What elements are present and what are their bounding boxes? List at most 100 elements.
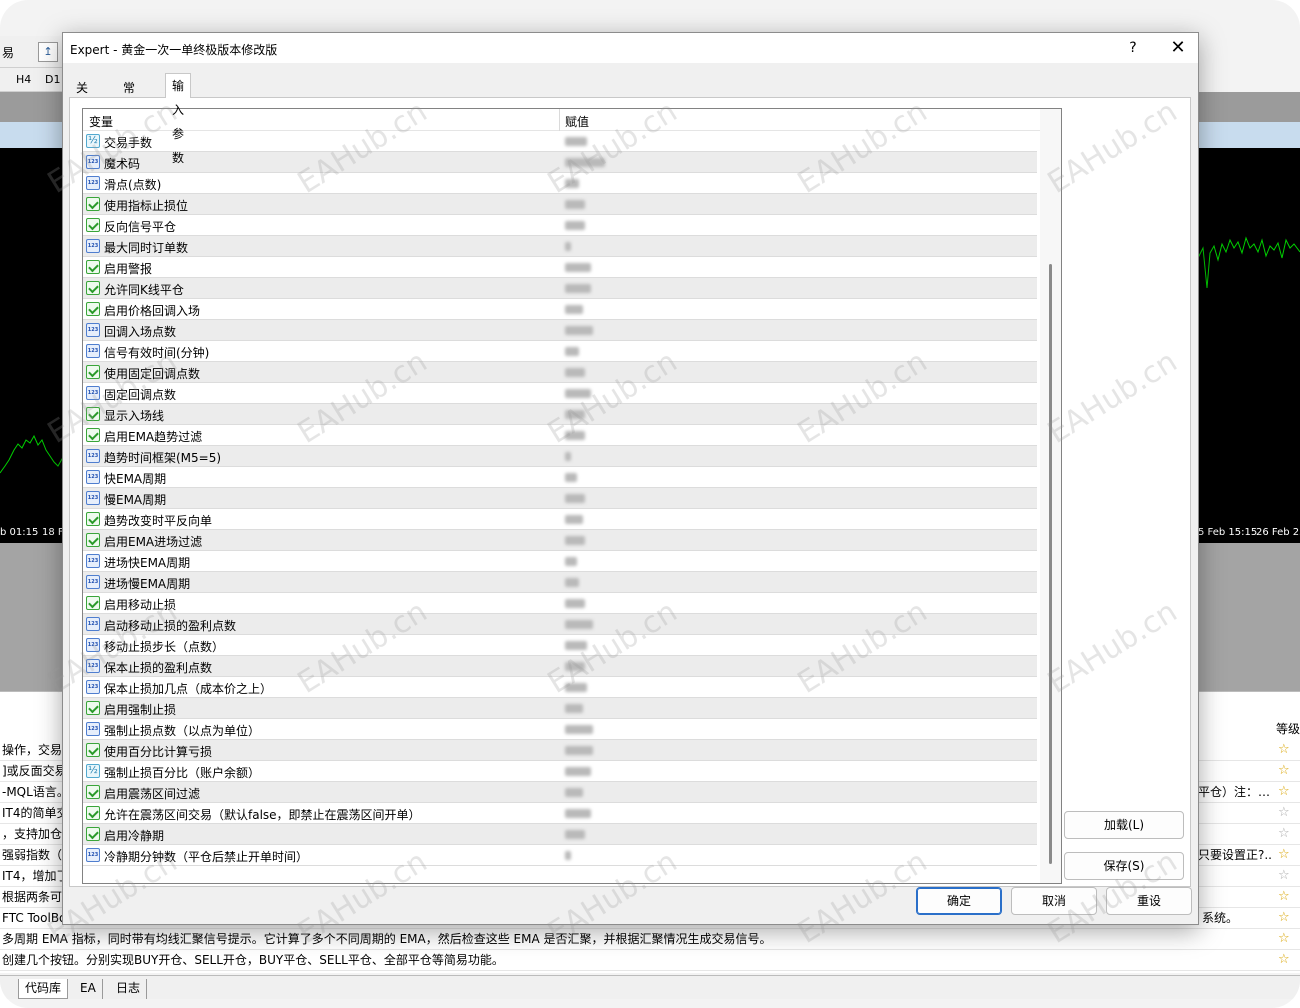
- parameter-value-redacted[interactable]: [565, 368, 585, 377]
- timeframe-h4[interactable]: H4: [16, 73, 31, 86]
- save-button[interactable]: 保存(S): [1064, 852, 1184, 880]
- parameter-name: 启用移动止损: [104, 598, 177, 612]
- parameter-value-redacted[interactable]: [565, 683, 587, 692]
- parameter-value-redacted[interactable]: [565, 137, 587, 146]
- reset-button[interactable]: 重设: [1106, 887, 1192, 915]
- parameter-row[interactable]: 显示入场线: [83, 404, 1037, 425]
- parameter-value-redacted[interactable]: [565, 473, 577, 482]
- parameter-value-redacted[interactable]: [565, 599, 585, 608]
- parameter-row[interactable]: 使用指标止损位: [83, 194, 1037, 215]
- parameter-row[interactable]: 回调入场点数: [83, 320, 1037, 341]
- parameter-row[interactable]: 反向信号平仓: [83, 215, 1037, 236]
- parameter-row[interactable]: 启用警报: [83, 257, 1037, 278]
- parameter-value-redacted[interactable]: [565, 746, 593, 755]
- parameter-row[interactable]: 使用百分比计算亏损: [83, 740, 1037, 761]
- parameter-value-redacted[interactable]: [565, 263, 591, 272]
- parameter-value-redacted[interactable]: [565, 641, 587, 650]
- parameter-row[interactable]: 趋势时间框架(M5=5): [83, 446, 1037, 467]
- list-item[interactable]: 多周期 EMA 指标，同时带有均线汇聚信号提示。它计算了多个不同周期的 EMA，…: [0, 929, 1300, 950]
- parameter-value-redacted[interactable]: [565, 410, 585, 419]
- parameter-row[interactable]: 启用冷静期: [83, 824, 1037, 845]
- chart-icon[interactable]: ↥: [38, 42, 58, 62]
- tab-ea[interactable]: EA: [74, 979, 103, 999]
- parameter-value-redacted[interactable]: [565, 704, 583, 713]
- parameter-value-redacted[interactable]: [565, 557, 577, 566]
- parameter-value-redacted[interactable]: [565, 788, 583, 797]
- variable-column-header[interactable]: 变量: [89, 113, 113, 130]
- parameter-row[interactable]: 快EMA周期: [83, 467, 1037, 488]
- parameter-row[interactable]: 冷静期分钟数（平仓后禁止开单时间）: [83, 845, 1037, 866]
- scrollbar-thumb[interactable]: [1049, 264, 1052, 864]
- help-icon[interactable]: ?: [1123, 37, 1143, 59]
- parameter-row[interactable]: 启用强制止损: [83, 698, 1037, 719]
- value-column-header[interactable]: 赋值: [565, 113, 589, 130]
- parameter-row[interactable]: 保本止损的盈利点数: [83, 656, 1037, 677]
- parameter-row[interactable]: 启用价格回调入场: [83, 299, 1037, 320]
- parameter-value-redacted[interactable]: [565, 494, 585, 503]
- vertical-scrollbar[interactable]: [1040, 109, 1061, 883]
- parameter-row[interactable]: 允许同K线平仓: [83, 278, 1037, 299]
- parameter-row[interactable]: 启用EMA进场过滤: [83, 530, 1037, 551]
- parameter-value-redacted[interactable]: [565, 515, 583, 524]
- axis-tick: b 01:15: [0, 527, 39, 538]
- list-item[interactable]: 创建几个按钮。分别实现BUY开仓、SELL开仓，BUY平仓、SELL平仓、全部平…: [0, 950, 1300, 971]
- tab-about[interactable]: 关于: [69, 77, 95, 115]
- parameter-value-redacted[interactable]: [565, 158, 605, 167]
- parameter-value-redacted[interactable]: [565, 851, 571, 860]
- parameter-row[interactable]: 启动移动止损的盈利点数: [83, 614, 1037, 635]
- parameter-value-redacted[interactable]: [565, 221, 585, 230]
- parameter-value-redacted[interactable]: [565, 536, 585, 545]
- tab-code-base[interactable]: 代码库: [18, 979, 69, 999]
- column-divider[interactable]: [559, 109, 560, 131]
- parameter-row[interactable]: 启用EMA趋势过滤: [83, 425, 1037, 446]
- bool-type-icon: [86, 512, 100, 526]
- parameter-row[interactable]: 交易手数: [83, 131, 1037, 152]
- parameter-value-redacted[interactable]: [565, 578, 579, 587]
- parameter-row[interactable]: 慢EMA周期: [83, 488, 1037, 509]
- parameter-row[interactable]: 魔术码: [83, 152, 1037, 173]
- parameter-value-redacted[interactable]: [565, 179, 579, 188]
- parameter-name: 启动移动止损的盈利点数: [104, 619, 237, 633]
- parameter-row[interactable]: 信号有效时间(分钟): [83, 341, 1037, 362]
- parameter-name: 交易手数: [104, 136, 153, 150]
- parameter-row[interactable]: 进场快EMA周期: [83, 551, 1037, 572]
- parameter-row[interactable]: 强制止损点数（以点为单位）: [83, 719, 1037, 740]
- parameter-value-redacted[interactable]: [565, 452, 571, 461]
- timeframe-d1[interactable]: D1: [45, 73, 60, 86]
- parameter-value-redacted[interactable]: [565, 326, 593, 335]
- parameter-row[interactable]: 进场慢EMA周期: [83, 572, 1037, 593]
- cancel-button[interactable]: 取消: [1011, 887, 1097, 915]
- tab-inputs[interactable]: 输入参数: [165, 73, 192, 165]
- parameter-row[interactable]: 强制止损百分比（账户余额）: [83, 761, 1037, 782]
- parameter-value-redacted[interactable]: [565, 305, 583, 314]
- price-line-left: [0, 434, 70, 474]
- parameter-row[interactable]: 最大同时订单数: [83, 236, 1037, 257]
- parameter-row[interactable]: 使用固定回调点数: [83, 362, 1037, 383]
- parameter-value-redacted[interactable]: [565, 620, 593, 629]
- parameter-value-redacted[interactable]: [565, 242, 571, 251]
- parameter-row[interactable]: 固定回调点数: [83, 383, 1037, 404]
- parameter-value-redacted[interactable]: [565, 662, 585, 671]
- parameter-row[interactable]: 滑点(点数): [83, 173, 1037, 194]
- tab-common[interactable]: 常用: [116, 77, 142, 115]
- parameter-value-redacted[interactable]: [565, 830, 585, 839]
- parameter-value-redacted[interactable]: [565, 767, 591, 776]
- parameter-name: 魔术码: [104, 157, 141, 171]
- close-icon[interactable]: ✕: [1166, 36, 1190, 60]
- parameter-value-redacted[interactable]: [565, 431, 585, 440]
- parameter-value-redacted[interactable]: [565, 284, 591, 293]
- ok-button[interactable]: 确定: [916, 887, 1002, 915]
- parameter-row[interactable]: 允许在震荡区间交易（默认false，即禁止在震荡区间开单）: [83, 803, 1037, 824]
- parameter-row[interactable]: 移动止损步长（点数）: [83, 635, 1037, 656]
- parameter-value-redacted[interactable]: [565, 200, 585, 209]
- parameter-row[interactable]: 保本止损加几点（成本价之上）: [83, 677, 1037, 698]
- parameter-value-redacted[interactable]: [565, 389, 591, 398]
- load-button[interactable]: 加载(L): [1064, 811, 1184, 839]
- parameter-value-redacted[interactable]: [565, 725, 593, 734]
- tab-journal[interactable]: 日志: [110, 979, 148, 999]
- parameter-row[interactable]: 启用震荡区间过滤: [83, 782, 1037, 803]
- parameter-value-redacted[interactable]: [565, 347, 579, 356]
- parameter-value-redacted[interactable]: [565, 809, 591, 818]
- parameter-row[interactable]: 趋势改变时平反向单: [83, 509, 1037, 530]
- parameter-row[interactable]: 启用移动止损: [83, 593, 1037, 614]
